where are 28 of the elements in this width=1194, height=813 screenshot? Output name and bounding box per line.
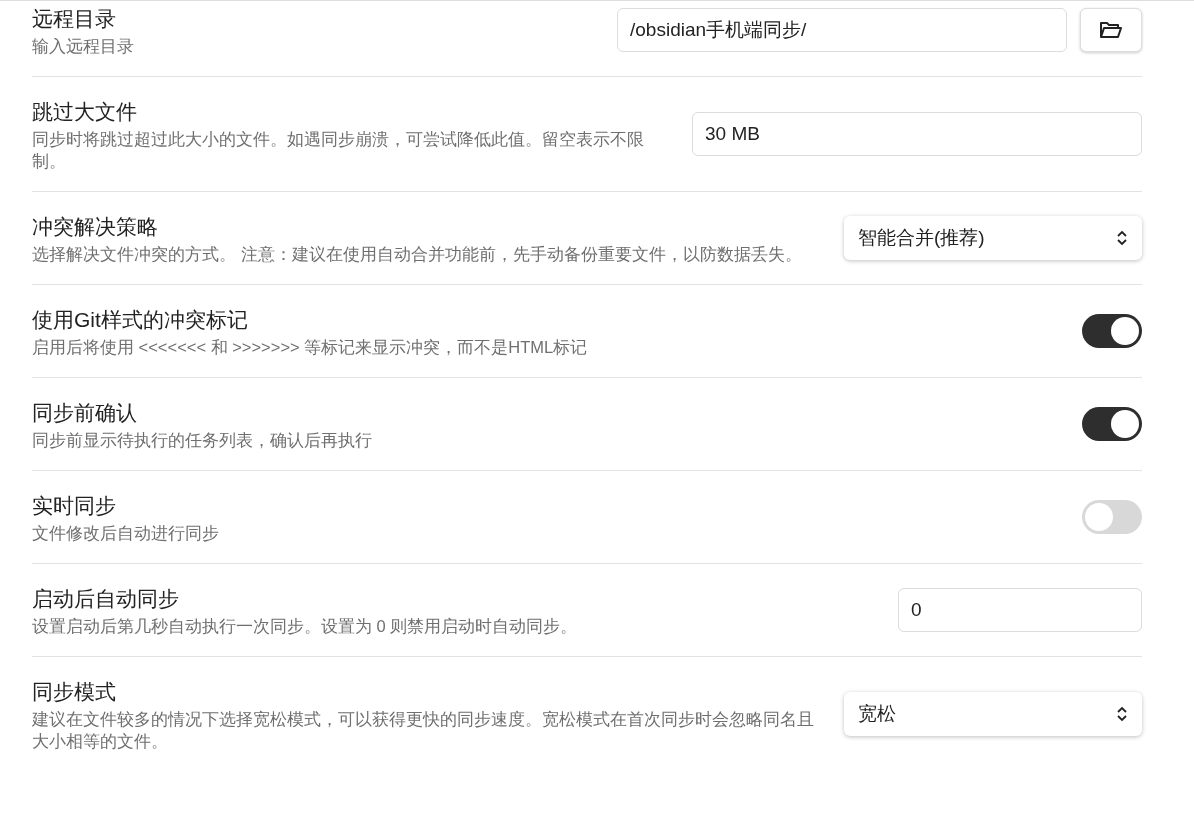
toggle-switch[interactable]	[1082, 314, 1142, 348]
setting-description: 设置启动后第几秒自动执行一次同步。设置为 0 则禁用启动时自动同步。	[32, 616, 579, 637]
setting-title: 同步模式	[32, 679, 117, 705]
dropdown[interactable]: 智能合并(推荐)	[844, 216, 1142, 260]
setting-description: 选择解决文件冲突的方式。 注意：建议在使用自动合并功能前，先手动备份重要文件，以防数据丢失。	[32, 244, 803, 265]
setting-description: 同步前显示待执行的任务列表，确认后再执行	[32, 430, 373, 451]
chevron-up-down-icon	[1116, 706, 1128, 722]
toggle-switch[interactable]	[1082, 500, 1142, 534]
folder-icon	[1099, 20, 1123, 40]
number-input-field[interactable]: 0	[898, 588, 1142, 632]
setting-title: 启动后自动同步	[32, 586, 180, 612]
dropdown[interactable]: 宽松	[844, 692, 1142, 736]
toggle-switch[interactable]	[1082, 407, 1142, 441]
setting-title: 实时同步	[32, 493, 117, 519]
path-input-field[interactable]: /obsidian手机端同步/	[617, 8, 1067, 52]
setting-description: 启用后将使用 <<<<<<< 和 >>>>>>> 等标记来显示冲突，而不是HTML标记	[32, 337, 589, 358]
setting-description: 建议在文件较多的情况下选择宽松模式，可以获得更快的同步速度。宽松模式在首次同步时会忽略同名且大小相等的文件。	[32, 709, 814, 752]
setting-title: 跳过大文件	[32, 99, 138, 125]
setting-title: 远程目录	[32, 6, 117, 32]
setting-title: 使用Git样式的冲突标记	[32, 307, 249, 333]
setting-title: 同步前确认	[32, 400, 138, 426]
setting-description: 文件修改后自动进行同步	[32, 523, 220, 544]
folder-button[interactable]	[1080, 8, 1142, 52]
chevron-up-down-icon	[1116, 230, 1128, 246]
setting-description: 同步时将跳过超过此大小的文件。如遇同步崩溃，可尝试降低此值。留空表示不限制。	[32, 129, 645, 172]
setting-title: 冲突解决策略	[32, 214, 159, 240]
size-input-field[interactable]: 30 MB	[692, 112, 1142, 156]
setting-description: 输入远程目录	[32, 36, 135, 57]
